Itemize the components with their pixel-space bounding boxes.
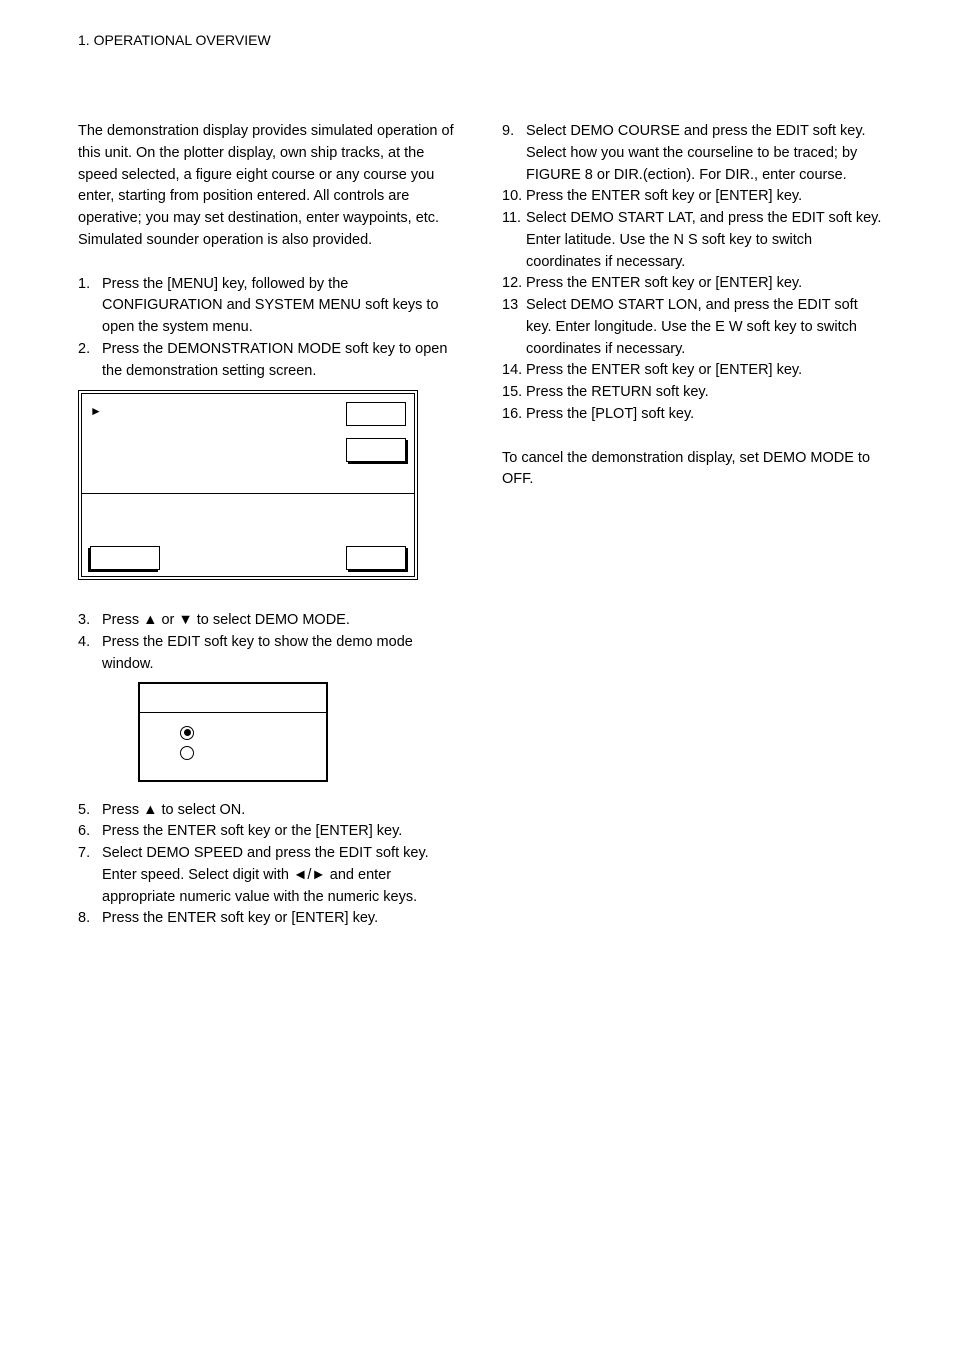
step-text: Press the RETURN soft key. [526,382,886,404]
step-number: 14. [502,360,526,382]
pointer-icon: ► [90,402,102,420]
step-number: 1. [78,274,102,339]
step-number: 7. [78,843,102,908]
step-number: 15. [502,382,526,404]
step-text: Select DEMO COURSE and press the EDIT so… [526,121,886,186]
list-item: 15. Press the RETURN soft key. [502,382,886,404]
steps-5-8: 5. Press ▲ to select ON. 6. Press the EN… [78,800,462,931]
softkey-box [346,402,406,426]
step-text: Press the ENTER soft key or [ENTER] key. [526,186,886,208]
right-column: 9. Select DEMO COURSE and press the EDIT… [502,121,886,930]
step-text: Press ▲ or ▼ to select DEMO MODE. [102,610,462,632]
closing-paragraph: To cancel the demonstration display, set… [502,448,886,492]
step-number: 6. [78,821,102,843]
figure-demo-setting-screen: ► [78,390,418,580]
figure-divider [140,712,326,713]
list-item: 2. Press the DEMONSTRATION MODE soft key… [78,339,462,383]
list-item: 14. Press the ENTER soft key or [ENTER] … [502,360,886,382]
list-item: 10. Press the ENTER soft key or [ENTER] … [502,186,886,208]
step-number: 5. [78,800,102,822]
step-text: Select DEMO SPEED and press the EDIT sof… [102,843,462,908]
step-text: Select DEMO START LON, and press the EDI… [526,295,886,360]
step-text: Press the ENTER soft key or [ENTER] key. [102,908,462,930]
step-text: Press the ENTER soft key or [ENTER] key. [526,273,886,295]
list-item: 12. Press the ENTER soft key or [ENTER] … [502,273,886,295]
step-number: 13 [502,295,526,360]
step-number: 10. [502,186,526,208]
step-text: Press the [PLOT] soft key. [526,404,886,426]
list-item: 3. Press ▲ or ▼ to select DEMO MODE. [78,610,462,632]
list-item: 11. Select DEMO START LAT, and press the… [502,208,886,273]
radio-off-icon [180,746,194,760]
list-item: 4. Press the EDIT soft key to show the d… [78,632,462,676]
list-item: 1. Press the [MENU] key, followed by the… [78,274,462,339]
radio-on-icon [180,726,194,740]
list-item: 13 Select DEMO START LON, and press the … [502,295,886,360]
steps-9-16: 9. Select DEMO COURSE and press the EDIT… [502,121,886,426]
list-item: 16. Press the [PLOT] soft key. [502,404,886,426]
step-text: Select DEMO START LAT, and press the EDI… [526,208,886,273]
list-item: 5. Press ▲ to select ON. [78,800,462,822]
step-number: 16. [502,404,526,426]
list-item: 6. Press the ENTER soft key or the [ENTE… [78,821,462,843]
step-number: 3. [78,610,102,632]
step-text: Press the DEMONSTRATION MODE soft key to… [102,339,462,383]
step-text: Press the ENTER soft key or [ENTER] key. [526,360,886,382]
steps-3-4: 3. Press ▲ or ▼ to select DEMO MODE. 4. … [78,610,462,675]
step-number: 8. [78,908,102,930]
two-column-layout: The demonstration display provides simul… [78,121,886,930]
step-text: Press the EDIT soft key to show the demo… [102,632,462,676]
list-item: 7. Select DEMO SPEED and press the EDIT … [78,843,462,908]
step-number: 9. [502,121,526,186]
figure-top-section: ► [82,394,414,494]
softkey-box [346,438,406,462]
list-item: 9. Select DEMO COURSE and press the EDIT… [502,121,886,186]
step-number: 2. [78,339,102,383]
list-item: 8. Press the ENTER soft key or [ENTER] k… [78,908,462,930]
chapter-header: 1. OPERATIONAL OVERVIEW [78,30,886,51]
step-text: Press the ENTER soft key or the [ENTER] … [102,821,462,843]
steps-1-2: 1. Press the [MENU] key, followed by the… [78,274,462,383]
softkey-box [346,546,406,570]
softkey-box [90,546,160,570]
left-column: The demonstration display provides simul… [78,121,462,930]
step-number: 12. [502,273,526,295]
step-text: Press the [MENU] key, followed by the CO… [102,274,462,339]
step-number: 4. [78,632,102,676]
step-text: Press ▲ to select ON. [102,800,462,822]
intro-paragraph: The demonstration display provides simul… [78,121,462,252]
figure-demo-mode-window [138,682,328,782]
step-number: 11. [502,208,526,273]
